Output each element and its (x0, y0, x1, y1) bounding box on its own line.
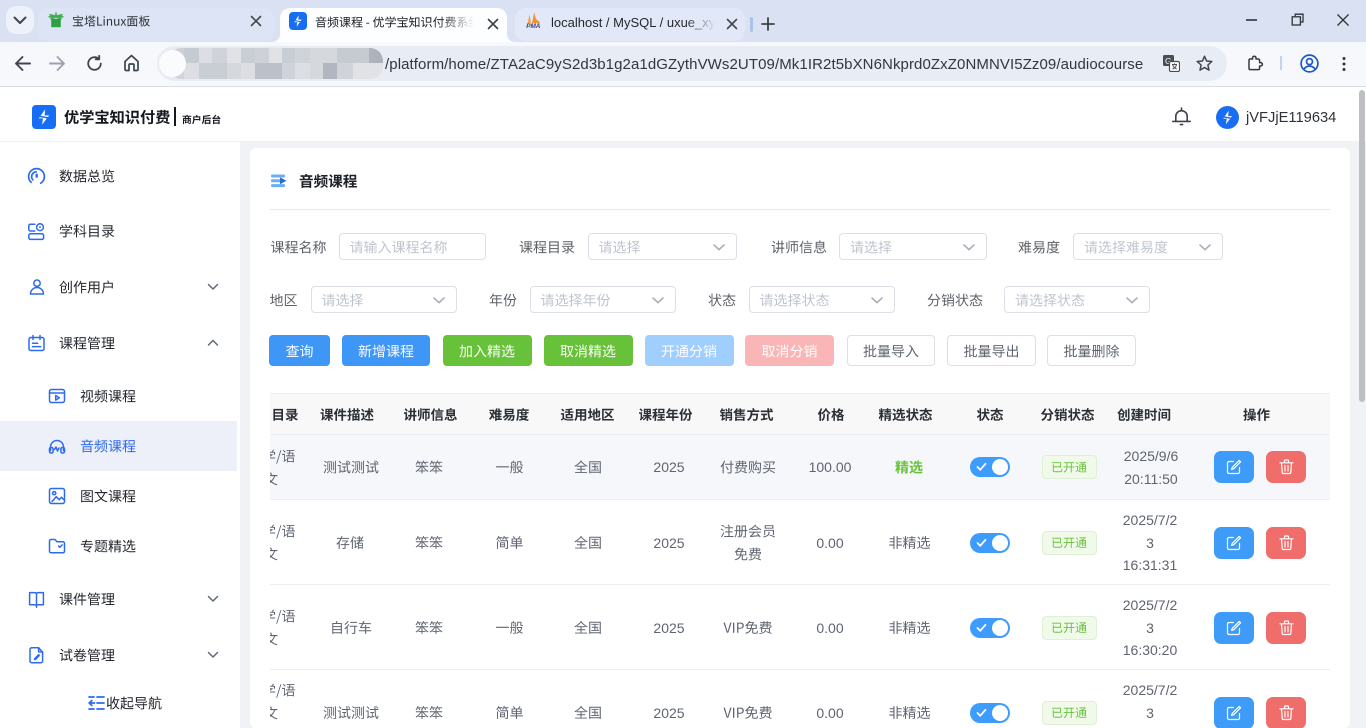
svg-text:PMA: PMA (526, 23, 541, 28)
